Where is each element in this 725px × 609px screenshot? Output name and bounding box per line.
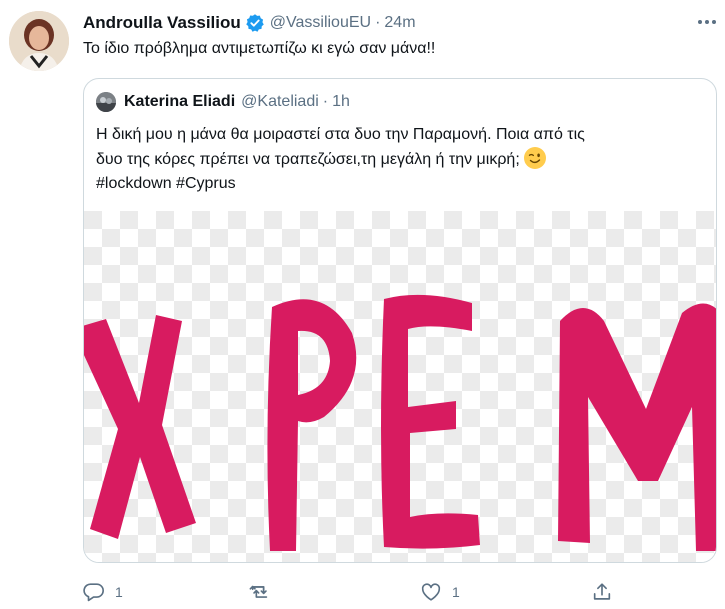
author-handle[interactable]: @VassiliouEU — [270, 14, 371, 32]
heart-icon — [421, 583, 441, 601]
quoted-tweet-header: Katerina Eliadi @Kateliadi · 1h — [124, 91, 350, 113]
quoted-tweet[interactable]: Katerina Eliadi @Kateliadi · 1h Η δική μ… — [83, 78, 717, 563]
quoted-author-avatar — [96, 92, 116, 112]
reply-count: 1 — [115, 584, 123, 600]
tweet-header: Androulla Vassiliou @VassiliouEU · 24m — [83, 12, 416, 34]
tweet[interactable]: Androulla Vassiliou @VassiliouEU · 24m Τ… — [0, 0, 725, 609]
quoted-tweet-text: Η δική μου η μάνα θα μοιραστεί στα δυο τ… — [96, 123, 696, 196]
quoted-text-line-1: Η δική μου η μάνα θα μοιραστεί στα δυο τ… — [96, 126, 585, 143]
winking-face-icon — [523, 147, 546, 169]
retweet-button[interactable] — [249, 578, 281, 606]
quoted-author-name: Katerina Eliadi — [124, 93, 236, 110]
author-avatar[interactable] — [9, 11, 69, 71]
verified-badge-icon — [246, 14, 264, 32]
more-options-button[interactable] — [694, 9, 720, 35]
tweet-actions: 1 1 — [83, 578, 717, 606]
quoted-author-handle: @Kateliadi — [241, 93, 319, 110]
quoted-separator-dot: · — [322, 93, 329, 110]
quoted-timestamp: 1h — [332, 93, 350, 110]
tweet-timestamp[interactable]: 24m — [384, 14, 415, 32]
like-count: 1 — [452, 584, 460, 600]
like-button[interactable]: 1 — [420, 578, 460, 606]
more-icon — [698, 20, 716, 24]
separator-dot: · — [375, 14, 381, 31]
retweet-icon — [249, 585, 268, 598]
author-name[interactable]: Androulla Vassiliou — [83, 13, 241, 33]
quoted-hashtags: #lockdown #Cyprus — [96, 175, 236, 192]
share-icon — [593, 583, 611, 600]
share-button[interactable] — [591, 578, 613, 606]
tweet-text: Το ίδιο πρόβλημα αντιμετωπίζω κι εγώ σαν… — [83, 40, 436, 57]
reply-icon — [83, 583, 104, 602]
reply-button[interactable]: 1 — [83, 578, 123, 606]
quoted-media-image[interactable] — [84, 211, 716, 562]
quoted-text-line-2: δυο της κόρες πρέπει να τραπεζώσει,τη με… — [96, 151, 520, 168]
